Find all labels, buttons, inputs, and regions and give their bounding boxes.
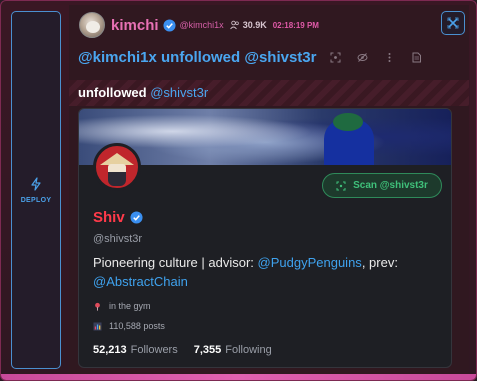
deploy-label: DEPLOY <box>20 196 52 204</box>
lightning-icon <box>31 176 41 191</box>
location-text: in the gym <box>109 301 151 311</box>
document-icon[interactable] <box>411 52 422 63</box>
profile-handle[interactable]: @shivst3r <box>93 233 142 245</box>
timestamp: 02:18:19 PM <box>272 20 319 30</box>
profile-avatar[interactable] <box>93 143 141 191</box>
following-label[interactable]: Following <box>225 344 271 356</box>
bio-link-abstractchain[interactable]: @AbstractChain <box>93 274 188 289</box>
location-pin-icon <box>95 302 100 311</box>
close-button[interactable] <box>441 11 465 35</box>
profile-name-row: Shiv <box>93 209 143 226</box>
scan-icon[interactable] <box>330 52 341 63</box>
subline-prefix: unfollowed <box>78 85 147 100</box>
user-handle[interactable]: @kimchi1x <box>180 20 224 30</box>
avatar-mask <box>108 172 126 186</box>
verified-badge-icon <box>130 211 143 224</box>
follow-stats: 52,213 Followers 7,355 Following <box>93 344 272 356</box>
hide-icon[interactable] <box>357 52 368 63</box>
headline-text[interactable]: @kimchi1x unfollowed @shivst3r <box>78 49 316 66</box>
notification-header: kimchi @kimchi1x 30.9K 02:18:19 PM <box>79 11 319 39</box>
close-icon <box>447 17 459 29</box>
scan-icon <box>336 181 346 190</box>
verified-badge-icon <box>162 18 176 32</box>
scan-button-label: Scan @shivst3r <box>353 180 428 191</box>
scan-profile-button[interactable]: Scan @shivst3r <box>322 173 442 198</box>
following-count[interactable]: 7,355 <box>194 344 222 356</box>
location-row: in the gym <box>93 301 151 311</box>
profile-name[interactable]: Shiv <box>93 209 125 226</box>
event-headline: @kimchi1x unfollowed @shivst3r <box>78 49 422 66</box>
follower-count: 30.9K <box>242 20 267 30</box>
bar-chart-icon <box>93 322 102 330</box>
event-toolbar <box>330 52 422 63</box>
bio-text: Pioneering culture | advisor: <box>93 255 258 270</box>
event-subline: unfollowed @shivst3r <box>78 85 208 100</box>
followers-count[interactable]: 52,213 <box>93 344 127 356</box>
subline-mention[interactable]: @shivst3r <box>150 85 208 100</box>
alert-window: DEPLOY kimchi @kimchi1x 30.9K 02:18:19 P… <box>0 0 477 381</box>
posts-row: 110,588 posts <box>93 321 165 331</box>
bio-link-pudgypenguins[interactable]: @PudgyPenguins <box>258 255 362 270</box>
deploy-button[interactable]: DEPLOY <box>11 11 61 369</box>
avatar[interactable] <box>79 12 105 38</box>
bottom-accent-bar <box>1 374 476 380</box>
followers-icon <box>229 20 239 30</box>
profile-card: Scan @shivst3r Shiv @shivst3r Pioneering… <box>78 108 452 368</box>
more-icon[interactable] <box>384 52 395 63</box>
profile-bio: Pioneering culture | advisor: @PudgyPeng… <box>93 253 443 291</box>
banner-figure-head <box>333 113 363 131</box>
notification-panel: kimchi @kimchi1x 30.9K 02:18:19 PM @kimc… <box>69 5 469 375</box>
posts-count: 110,588 posts <box>109 321 165 331</box>
followers-label[interactable]: Followers <box>131 344 178 356</box>
username[interactable]: kimchi <box>111 17 159 34</box>
bio-text-mid: , prev: <box>361 255 398 270</box>
